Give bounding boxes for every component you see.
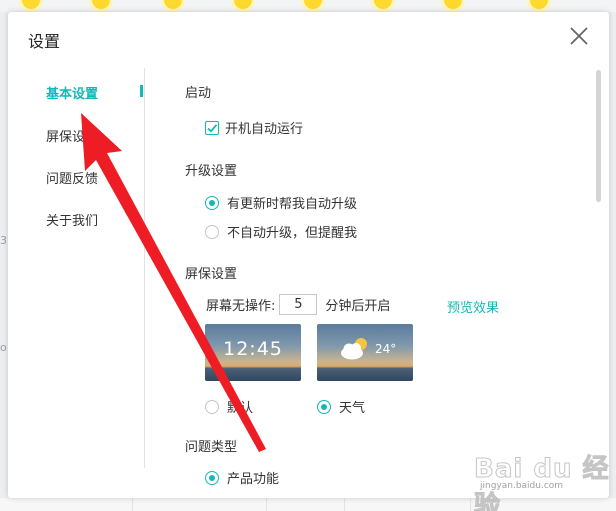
idle-suffix-label: 分钟后开启 <box>325 299 391 314</box>
temperature-preview-text: 24° <box>375 342 397 356</box>
upgrade-remind-label: 不自动升级，但提醒我 <box>227 226 358 241</box>
watermark-logo: Bai du 经验 <box>474 454 610 511</box>
sun-decoration-icon <box>530 0 548 9</box>
issue-type-product-radio[interactable]: 产品功能 <box>205 468 279 487</box>
cloud-sun-icon <box>341 338 367 360</box>
issue-type-product-label: 产品功能 <box>227 472 280 487</box>
check-icon <box>207 123 218 132</box>
baidu-watermark: Bai du 经验 jingyan.baidu.com <box>474 448 616 511</box>
idle-prefix-label: 屏幕无操作: <box>206 299 276 314</box>
radio-dot <box>205 399 219 414</box>
upgrade-remind-radio[interactable]: 不自动升级，但提醒我 <box>205 222 357 241</box>
settings-content: 启动 开机自动运行 升级设置 有更新时帮我自动升级 不自动升级，但提醒我 屏保设… <box>8 12 609 498</box>
settings-dialog: 设置 基本设置 屏保设 问题反馈 关于我们 启动 开机自动运行 升级设置 有更新… <box>8 12 609 498</box>
sun-decoration-icon <box>234 0 252 9</box>
radio-dot <box>205 470 219 485</box>
idle-minutes-input[interactable] <box>279 294 318 315</box>
clock-preview-text: 12:45 <box>223 338 283 360</box>
theme-default-radio[interactable]: 默认 <box>205 397 253 416</box>
theme-weather-thumbnail[interactable]: 24° <box>317 324 413 381</box>
section-title-screensaver: 屏保设置 <box>185 267 238 282</box>
theme-weather-radio[interactable]: 天气 <box>317 397 365 416</box>
sun-decoration-icon <box>22 0 40 9</box>
watermark-url: jingyan.baidu.com <box>480 481 564 491</box>
radio-dot <box>205 224 219 239</box>
background-top-strip <box>0 0 616 12</box>
idle-time-row: 屏幕无操作: 分钟后开启 <box>206 294 390 315</box>
background-text: 3 <box>0 234 7 247</box>
sun-decoration-icon <box>164 0 182 9</box>
checkbox-box <box>205 120 219 135</box>
autorun-label: 开机自动运行 <box>225 122 304 137</box>
background-text: o <box>0 341 7 354</box>
sun-decoration-icon <box>444 0 462 9</box>
upgrade-auto-label: 有更新时帮我自动升级 <box>227 197 358 212</box>
theme-default-thumbnail[interactable]: 12:45 <box>205 324 301 381</box>
preview-link[interactable]: 预览效果 <box>447 297 499 316</box>
sun-decoration-icon <box>92 0 110 9</box>
theme-default-label: 默认 <box>227 401 254 416</box>
section-title-issue-type: 问题类型 <box>185 440 238 455</box>
autorun-checkbox[interactable]: 开机自动运行 <box>205 118 303 137</box>
section-title-upgrade: 升级设置 <box>185 164 238 179</box>
content-scrollbar[interactable] <box>596 70 601 202</box>
section-title-startup: 启动 <box>185 86 212 101</box>
sun-decoration-icon <box>304 0 322 9</box>
theme-weather-label: 天气 <box>339 401 366 416</box>
radio-dot <box>205 195 219 210</box>
radio-dot <box>317 399 331 414</box>
upgrade-auto-radio[interactable]: 有更新时帮我自动升级 <box>205 193 357 212</box>
sun-decoration-icon <box>374 0 392 9</box>
